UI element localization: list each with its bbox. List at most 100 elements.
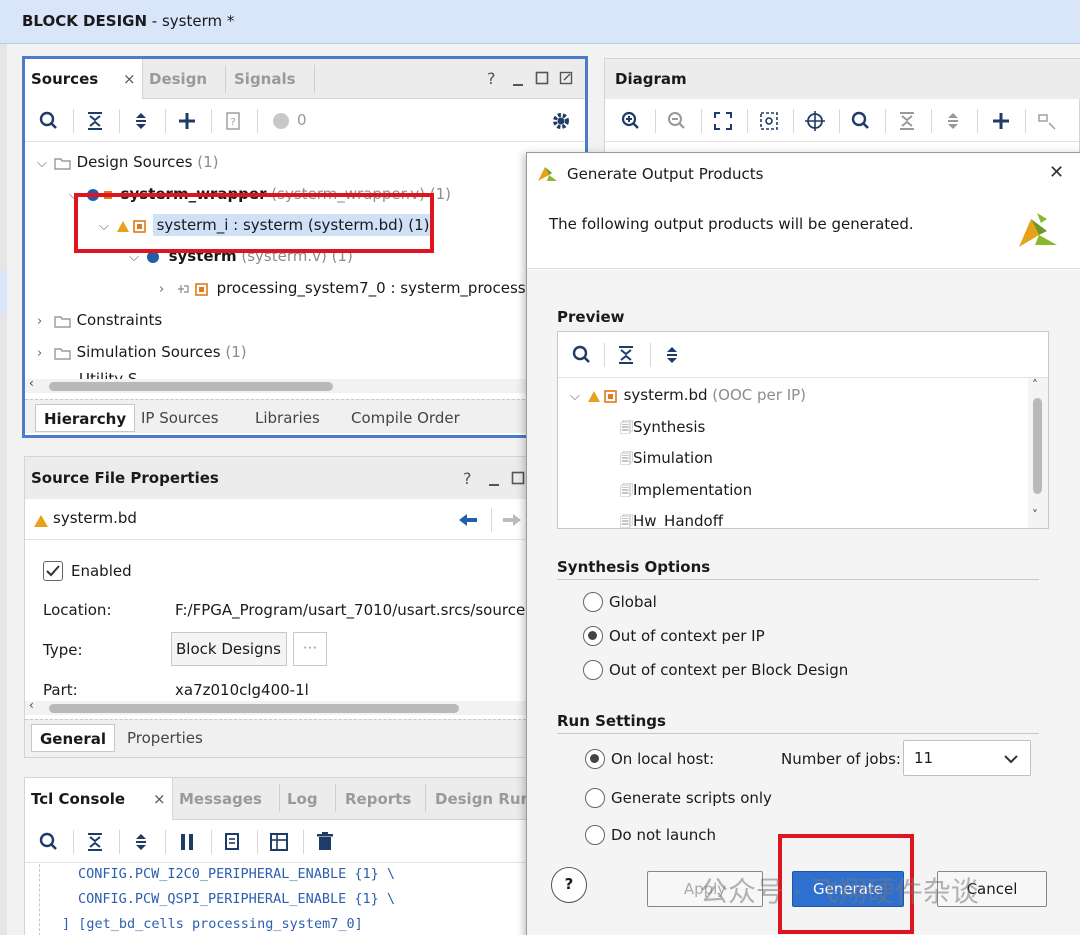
expand-all-icon[interactable] xyxy=(941,109,965,133)
preview-item[interactable]: 🗐Implementation xyxy=(620,475,752,505)
collapse-all-icon[interactable] xyxy=(614,343,638,367)
minimize-icon[interactable] xyxy=(487,473,501,487)
help-button[interactable]: ? xyxy=(551,867,587,903)
enabled-label: Enabled xyxy=(71,562,132,580)
expand-all-icon[interactable] xyxy=(660,343,684,367)
zoom-selection-icon[interactable] xyxy=(757,109,781,133)
status-count: 0 xyxy=(297,111,307,129)
radio-ooc-per-bd[interactable] xyxy=(583,660,603,680)
status-dot-icon xyxy=(273,113,289,129)
tab-reports[interactable]: Reports xyxy=(339,778,417,820)
tab-messages[interactable]: Messages xyxy=(173,778,268,820)
dialog-title-bar: Generate Output Products ✕ xyxy=(527,153,1080,195)
maximize-icon[interactable] xyxy=(535,71,549,85)
forward-arrow-icon[interactable] xyxy=(501,512,523,528)
close-icon[interactable]: × xyxy=(153,778,166,820)
radio-ooc-per-ip-label[interactable]: Out of context per IP xyxy=(609,627,765,645)
preview-root[interactable]: ⌵ systerm.bd (OOC per IP) xyxy=(570,380,806,410)
preview-item[interactable]: 🗐Synthesis xyxy=(620,412,705,442)
enabled-checkbox[interactable] xyxy=(43,561,63,581)
zoom-out-icon[interactable] xyxy=(665,109,689,133)
maximize-icon[interactable] xyxy=(511,471,525,485)
tab-sources[interactable]: Sources × xyxy=(25,59,143,99)
search-icon[interactable] xyxy=(37,109,61,133)
collapse-all-icon[interactable] xyxy=(895,109,919,133)
tab-log[interactable]: Log xyxy=(281,778,324,820)
minimize-icon[interactable] xyxy=(511,73,525,87)
left-edge-strip xyxy=(0,0,7,935)
part-label: Part: xyxy=(43,681,78,699)
tree-utility-sources[interactable]: Utility S xyxy=(79,365,137,379)
tab-design-runs[interactable]: Design Run xyxy=(429,778,537,820)
add-icon[interactable] xyxy=(175,109,199,133)
fit-view-icon[interactable] xyxy=(711,109,735,133)
connect-icon[interactable] xyxy=(1035,109,1059,133)
svg-text:?: ? xyxy=(230,117,235,128)
tab-ip-sources[interactable]: IP Sources xyxy=(133,404,227,432)
tree-processing-system[interactable]: › processing_system7_0 : systerm_process… xyxy=(159,273,530,303)
tab-properties[interactable]: Properties xyxy=(119,724,211,752)
properties-scrollbar[interactable]: ‹ xyxy=(25,698,531,715)
tree-simulation-sources[interactable]: › Simulation Sources (1) xyxy=(37,337,247,367)
table-icon[interactable] xyxy=(267,830,291,854)
expand-all-icon[interactable] xyxy=(129,830,153,854)
jobs-select[interactable]: 11 xyxy=(903,740,1031,776)
tab-design[interactable]: Design xyxy=(143,59,213,99)
sources-scrollbar[interactable]: ‹ xyxy=(25,376,585,393)
radio-scripts-only-label[interactable]: Generate scripts only xyxy=(611,789,772,807)
radio-ooc-per-ip[interactable] xyxy=(583,626,603,646)
preview-item[interactable]: 🗐Hw_Handoff xyxy=(620,506,723,528)
radio-scripts-only[interactable] xyxy=(585,788,605,808)
preview-item[interactable]: 🗐Simulation xyxy=(620,443,713,473)
tree-design-sources[interactable]: ⌵ Design Sources (1) xyxy=(37,147,219,177)
dialog-title: Generate Output Products xyxy=(567,165,764,183)
search-icon[interactable] xyxy=(570,343,594,367)
synthesis-options-label: Synthesis Options xyxy=(557,558,711,576)
radio-ooc-per-bd-label[interactable]: Out of context per Block Design xyxy=(609,661,848,679)
close-icon[interactable]: ✕ xyxy=(1049,162,1064,183)
tab-general[interactable]: General xyxy=(31,724,115,752)
tab-tcl-console[interactable]: Tcl Console × xyxy=(25,778,173,820)
tab-signals[interactable]: Signals xyxy=(228,59,302,99)
folder-icon xyxy=(54,157,71,170)
chevron-down-icon xyxy=(1004,755,1018,764)
radio-do-not-launch-label[interactable]: Do not launch xyxy=(611,826,716,844)
collapse-all-icon[interactable] xyxy=(83,109,107,133)
dialog-description: The following output products will be ge… xyxy=(549,215,914,233)
dialog-header: The following output products will be ge… xyxy=(527,195,1080,269)
back-arrow-icon[interactable] xyxy=(457,512,479,528)
add-icon[interactable] xyxy=(989,109,1013,133)
search-icon[interactable] xyxy=(37,830,61,854)
target-icon[interactable] xyxy=(803,109,827,133)
radio-local-host-label[interactable]: On local host: xyxy=(611,750,714,768)
pause-icon[interactable] xyxy=(175,830,199,854)
unknown-file-icon[interactable]: ? xyxy=(221,109,245,133)
radio-local-host[interactable] xyxy=(585,749,605,769)
zoom-in-icon[interactable] xyxy=(619,109,643,133)
tcl-line: CONFIG.PCW_I2C0_PERIPHERAL_ENABLE {1} \ xyxy=(78,866,395,882)
generate-output-products-dialog: Generate Output Products ✕ The following… xyxy=(526,152,1080,935)
sources-bottom-tabs: Hierarchy IP Sources Libraries Compile O… xyxy=(25,399,585,433)
tab-hierarchy[interactable]: Hierarchy xyxy=(35,404,136,432)
float-icon[interactable] xyxy=(559,71,573,85)
tab-libraries[interactable]: Libraries xyxy=(247,404,328,432)
gear-icon[interactable] xyxy=(549,109,573,133)
radio-global[interactable] xyxy=(583,592,603,612)
close-icon[interactable]: × xyxy=(123,59,136,99)
help-icon[interactable]: ? xyxy=(487,69,496,88)
tree-constraints[interactable]: › Constraints xyxy=(37,305,162,335)
tab-diagram[interactable]: Diagram xyxy=(605,59,1080,99)
tab-compile-order[interactable]: Compile Order xyxy=(343,404,468,432)
expand-all-icon[interactable] xyxy=(129,109,153,133)
type-more-button[interactable]: ··· xyxy=(293,632,327,666)
trash-icon[interactable] xyxy=(313,830,337,854)
window-title: BLOCK DESIGN - systerm * xyxy=(22,12,235,30)
collapse-all-icon[interactable] xyxy=(83,830,107,854)
preview-vscroll[interactable]: ˄ ˅ xyxy=(1028,378,1048,528)
copy-icon[interactable] xyxy=(221,830,245,854)
help-icon[interactable]: ? xyxy=(463,469,472,488)
tcl-output: CONFIG.PCW_I2C0_PERIPHERAL_ENABLE {1} \ … xyxy=(39,864,545,935)
radio-global-label[interactable]: Global xyxy=(609,593,657,611)
search-icon[interactable] xyxy=(849,109,873,133)
radio-do-not-launch[interactable] xyxy=(585,825,605,845)
